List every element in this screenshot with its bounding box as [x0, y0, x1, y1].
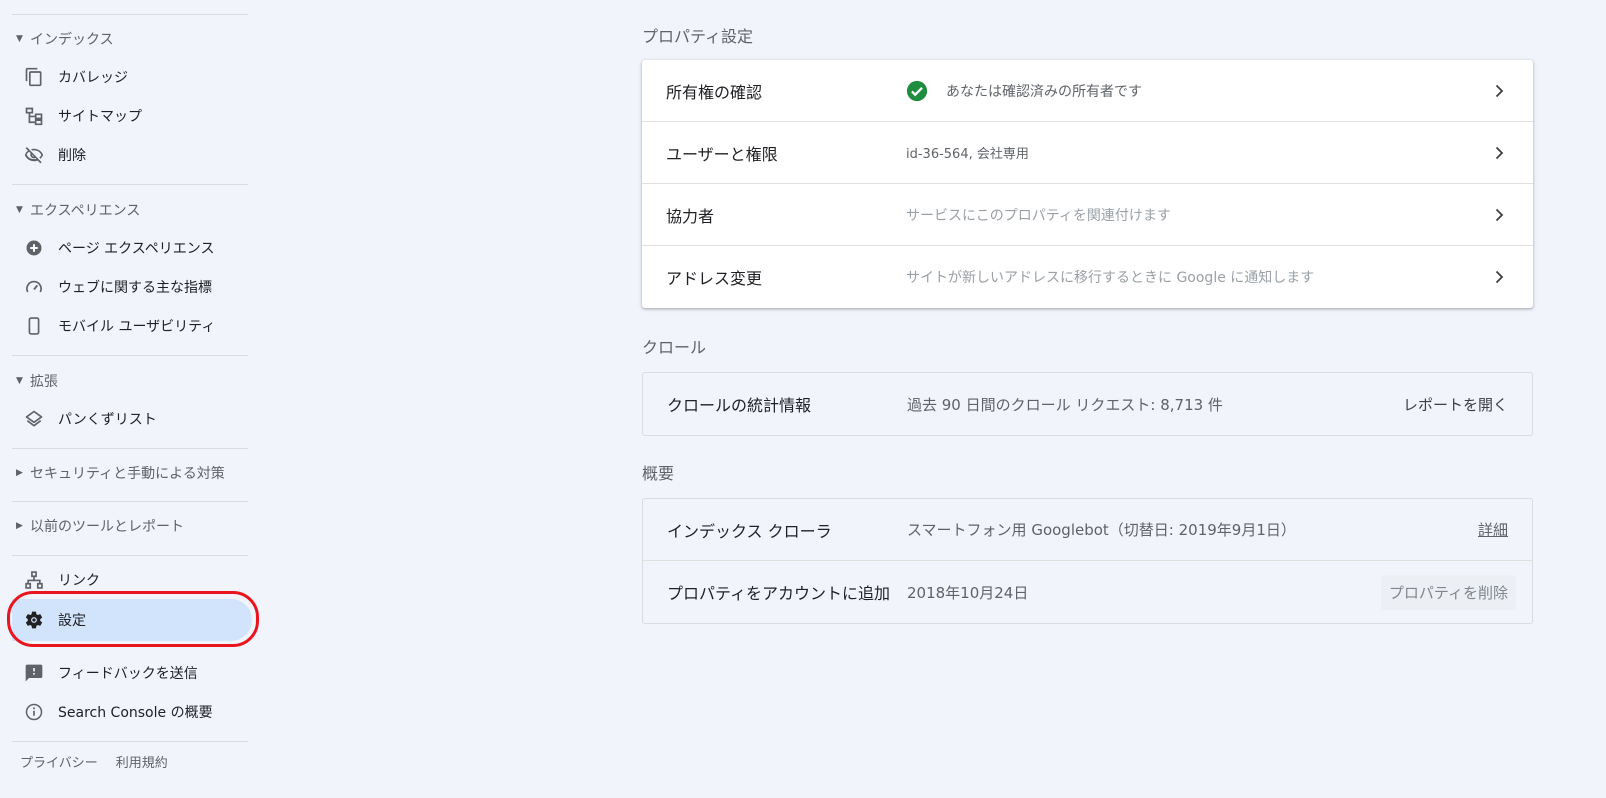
- section-index[interactable]: ▼ インデックス: [16, 27, 114, 51]
- eye-off-icon: [24, 145, 44, 165]
- crawl-card: クロールの統計情報 過去 90 日間のクロール リクエスト: 8,713 件 レ…: [642, 372, 1533, 436]
- row-ownership-verification[interactable]: 所有権の確認 あなたは確認済みの所有者です: [642, 60, 1533, 122]
- row-label: プロパティをアカウントに追加: [667, 584, 891, 603]
- check-circle-icon: [906, 80, 928, 101]
- overview-card: インデックス クローラ スマートフォン用 Googlebot（切替日: 2019…: [642, 498, 1533, 624]
- sidebar-item-label: リンク: [58, 573, 100, 589]
- section-label: 以前のツールとレポート: [30, 519, 184, 535]
- row-property-added: プロパティをアカウントに追加 2018年10月24日 プロパティを削除: [643, 561, 1532, 623]
- divider: [12, 355, 248, 356]
- sidebar-item-label: モバイル ユーザビリティ: [58, 319, 216, 335]
- row-value: 2018年10月24日: [907, 583, 1029, 602]
- sidebar: ▼ インデックス カバレッジ サイトマップ 削除 ▼ エクスペリエンス ページ …: [0, 0, 259, 798]
- section-label: 拡張: [30, 374, 58, 390]
- sidebar-item-label: ページ エクスペリエンス: [58, 241, 215, 257]
- sidebar-item-label: フィードバックを送信: [58, 666, 198, 682]
- section-label: エクスペリエンス: [30, 203, 141, 219]
- speedometer-icon: [24, 277, 44, 297]
- sidebar-item-label: Search Console の概要: [58, 705, 213, 721]
- sitemap-icon: [24, 106, 44, 126]
- remove-property-button[interactable]: プロパティを削除: [1380, 574, 1516, 610]
- sidebar-item-coverage[interactable]: カバレッジ: [12, 58, 252, 96]
- row-crawl-stats: クロールの統計情報 過去 90 日間のクロール リクエスト: 8,713 件 レ…: [643, 373, 1532, 435]
- property-settings-card: 所有権の確認 あなたは確認済みの所有者です ユーザーと権限 id-36-564,…: [642, 60, 1533, 308]
- row-label: 所有権の確認: [666, 82, 763, 102]
- chevron-right-icon: [1495, 208, 1504, 221]
- sidebar-item-feedback[interactable]: フィードバックを送信: [12, 654, 252, 692]
- row-label: 協力者: [666, 206, 715, 226]
- network-icon: [24, 570, 44, 590]
- ownership-status: あなたは確認済みの所有者です: [946, 83, 1142, 100]
- row-label: アドレス変更: [666, 269, 763, 288]
- sidebar-item-label: 設定: [58, 613, 86, 629]
- row-value: あなたは確認済みの所有者です: [906, 80, 1142, 102]
- row-label: クロールの統計情報: [667, 396, 812, 415]
- details-link[interactable]: 詳細: [1478, 519, 1508, 540]
- gear-icon: [24, 610, 44, 630]
- row-indexing-crawler: インデックス クローラ スマートフォン用 Googlebot（切替日: 2019…: [643, 499, 1532, 561]
- sidebar-item-mobile-usability[interactable]: モバイル ユーザビリティ: [12, 307, 252, 345]
- section-title-crawl: クロール: [642, 338, 707, 357]
- row-value: 過去 90 日間のクロール リクエスト: 8,713 件: [907, 395, 1223, 414]
- caret-down-icon: ▼: [16, 376, 23, 386]
- row-associations[interactable]: 協力者 サービスにこのプロパティを関連付けます: [642, 184, 1533, 246]
- copy-icon: [24, 67, 44, 87]
- sidebar-footer: プライバシー 利用規約: [20, 752, 168, 771]
- plus-circle-icon: [24, 238, 44, 258]
- sidebar-item-label: パンくずリスト: [58, 412, 157, 428]
- row-value: サービスにこのプロパティを関連付けます: [906, 207, 1171, 224]
- caret-right-icon: ▶: [16, 468, 23, 478]
- divider: [12, 501, 248, 502]
- terms-link[interactable]: 利用規約: [116, 752, 168, 771]
- section-title-overview: 概要: [642, 464, 675, 483]
- sidebar-item-about[interactable]: Search Console の概要: [12, 693, 252, 731]
- section-legacy-tools[interactable]: ▶ 以前のツールとレポート: [16, 514, 184, 538]
- row-value: スマートフォン用 Googlebot（切替日: 2019年9月1日）: [907, 521, 1296, 539]
- feedback-icon: [24, 663, 44, 683]
- sidebar-item-label: ウェブに関する主な指標: [58, 280, 212, 296]
- sidebar-item-settings[interactable]: 設定: [12, 599, 252, 641]
- sidebar-item-links[interactable]: リンク: [12, 561, 252, 599]
- sidebar-item-sitemaps[interactable]: サイトマップ: [12, 97, 252, 135]
- row-label: ユーザーと権限: [666, 144, 778, 164]
- chevron-right-icon: [1495, 270, 1504, 284]
- sidebar-item-label: サイトマップ: [58, 109, 142, 125]
- row-value: id-36-564, 会社専用: [906, 147, 1029, 162]
- caret-down-icon: ▼: [16, 34, 23, 44]
- chevron-right-icon: [1495, 146, 1504, 159]
- info-icon: [24, 702, 44, 722]
- row-label: インデックス クローラ: [667, 521, 832, 541]
- divider: [12, 14, 248, 15]
- phone-icon: [24, 316, 44, 336]
- section-label: インデックス: [30, 32, 114, 48]
- divider: [12, 184, 248, 185]
- sidebar-item-label: カバレッジ: [58, 70, 128, 86]
- privacy-link[interactable]: プライバシー: [20, 752, 98, 771]
- row-users-and-permissions[interactable]: ユーザーと権限 id-36-564, 会社専用: [642, 122, 1533, 184]
- row-change-of-address[interactable]: アドレス変更 サイトが新しいアドレスに移行するときに Google に通知します: [642, 246, 1533, 308]
- divider: [12, 555, 248, 556]
- section-enhancements[interactable]: ▼ 拡張: [16, 369, 58, 393]
- open-report-button[interactable]: レポートを開く: [1403, 394, 1508, 415]
- sidebar-item-breadcrumbs[interactable]: パンくずリスト: [12, 400, 252, 438]
- section-label: セキュリティと手動による対策: [30, 466, 225, 482]
- section-title-property-settings: プロパティ設定: [642, 27, 754, 46]
- sidebar-item-label: 削除: [58, 148, 86, 164]
- section-security[interactable]: ▶ セキュリティと手動による対策: [16, 461, 225, 485]
- divider: [12, 741, 248, 742]
- caret-down-icon: ▼: [16, 205, 23, 215]
- chevron-right-icon: [1495, 84, 1504, 97]
- row-value: サイトが新しいアドレスに移行するときに Google に通知します: [906, 270, 1315, 286]
- caret-right-icon: ▶: [16, 521, 23, 531]
- section-experience[interactable]: ▼ エクスペリエンス: [16, 198, 140, 222]
- sidebar-item-page-experience[interactable]: ページ エクスペリエンス: [12, 229, 252, 267]
- divider: [12, 448, 248, 449]
- layers-icon: [24, 409, 44, 429]
- sidebar-item-removals[interactable]: 削除: [12, 136, 252, 174]
- sidebar-item-core-web-vitals[interactable]: ウェブに関する主な指標: [12, 268, 252, 306]
